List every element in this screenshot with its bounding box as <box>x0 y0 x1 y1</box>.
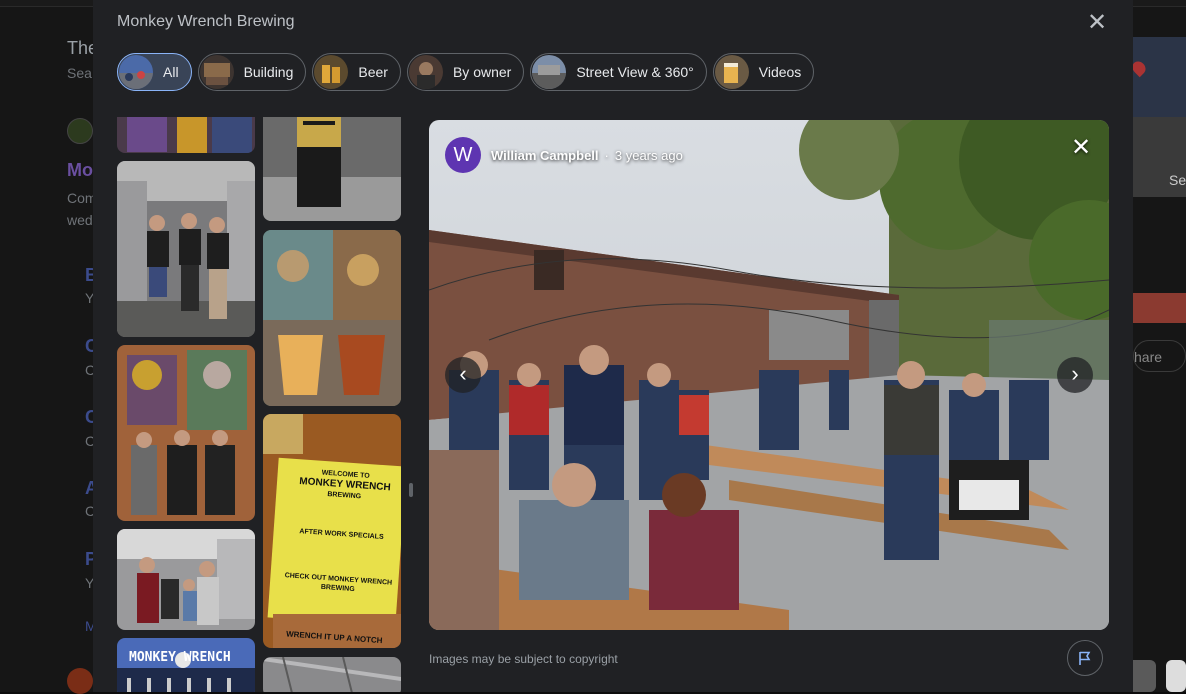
modal-title: Monkey Wrench Brewing <box>117 13 295 30</box>
sign-text: MONKEY WRENCH <box>129 650 231 665</box>
background-avatar <box>67 668 93 694</box>
flag-icon-glyph <box>1079 651 1091 665</box>
chevron-right-icon[interactable]: › <box>1057 357 1093 393</box>
patio-scene <box>429 120 1109 630</box>
chip-label: Videos <box>758 64 802 80</box>
photo-author: W William Campbell · 3 years ago <box>445 137 683 173</box>
chip-all[interactable]: All <box>117 53 192 91</box>
close-icon[interactable]: ✕ <box>1083 9 1111 37</box>
flag-icon[interactable] <box>1067 640 1103 676</box>
photo-thumbnail[interactable] <box>117 161 255 337</box>
share-label: hare <box>1134 349 1163 365</box>
photo-thumbnail[interactable] <box>263 230 401 406</box>
author-name[interactable]: William Campbell <box>491 148 599 163</box>
photo-thumbnail[interactable] <box>263 117 401 221</box>
background-share-button[interactable]: hare <box>1133 340 1186 372</box>
main-photo[interactable]: W William Campbell · 3 years ago ✕ ‹ › <box>429 120 1109 630</box>
background-image[interactable]: Se <box>1133 117 1186 197</box>
chip-by-owner[interactable]: By owner <box>406 53 525 91</box>
background-text: wed <box>67 212 93 228</box>
chip-beer[interactable]: Beer <box>312 53 401 91</box>
chip-videos[interactable]: Videos <box>712 53 815 91</box>
chip-street-view[interactable]: Street View & 360° <box>530 53 707 91</box>
flyer-line: AFTER WORK SPECIALS <box>299 528 384 541</box>
author-avatar[interactable]: W <box>445 137 481 173</box>
photo-category-chips: All Building Beer By owner Street View &… <box>117 53 815 91</box>
chip-label: Building <box>243 64 294 80</box>
author-separator: · <box>604 147 609 163</box>
photo-thumbnail[interactable] <box>263 657 401 692</box>
background-see-label: Se <box>1169 172 1186 188</box>
photo-thumbnail-grid: MONKEY WRENCH WELCOME TO MONKEY WRENCH B… <box>117 117 407 692</box>
background-title-link[interactable]: Mo <box>67 160 93 181</box>
photo-thumbnail[interactable]: WELCOME TO MONKEY WRENCH BREWING AFTER W… <box>263 414 401 648</box>
background-subheading: Sea <box>67 65 92 81</box>
chip-thumbnail <box>532 55 567 89</box>
background-red-button[interactable] <box>1133 293 1186 323</box>
background-thumb[interactable] <box>1166 660 1186 692</box>
chip-thumbnail <box>714 55 749 89</box>
chip-label: Beer <box>358 64 388 80</box>
chip-label: By owner <box>452 64 512 80</box>
chip-building[interactable]: Building <box>197 53 307 91</box>
close-icon[interactable]: ✕ <box>1067 134 1095 162</box>
photo-time-ago: 3 years ago <box>614 147 683 163</box>
copyright-notice: Images may be subject to copyright <box>429 652 618 666</box>
chip-thumbnail <box>314 55 349 89</box>
flyer-text-block: WELCOME TO MONKEY WRENCH BREWING AFTER W… <box>279 466 401 646</box>
chip-thumbnail <box>408 55 443 89</box>
photo-thumbnail[interactable] <box>117 345 255 521</box>
chip-label: Street View & 360° <box>576 64 694 80</box>
flyer-line: CHECK OUT MONKEY WRENCH BREWING <box>284 572 393 594</box>
background-logo <box>67 118 93 144</box>
thumbnail-scrollbar[interactable] <box>409 483 413 497</box>
chip-label: All <box>163 64 179 80</box>
photo-thumbnail[interactable] <box>117 529 255 630</box>
photo-thumbnail[interactable]: MONKEY WRENCH <box>117 638 255 692</box>
photo-viewer-modal: Monkey Wrench Brewing ✕ All Building Bee… <box>93 0 1133 692</box>
background-map[interactable] <box>1129 37 1186 117</box>
photo-thumbnail[interactable] <box>117 117 255 153</box>
chip-thumbnail <box>199 55 234 89</box>
chevron-left-icon[interactable]: ‹ <box>445 357 481 393</box>
chip-thumbnail <box>119 55 153 89</box>
